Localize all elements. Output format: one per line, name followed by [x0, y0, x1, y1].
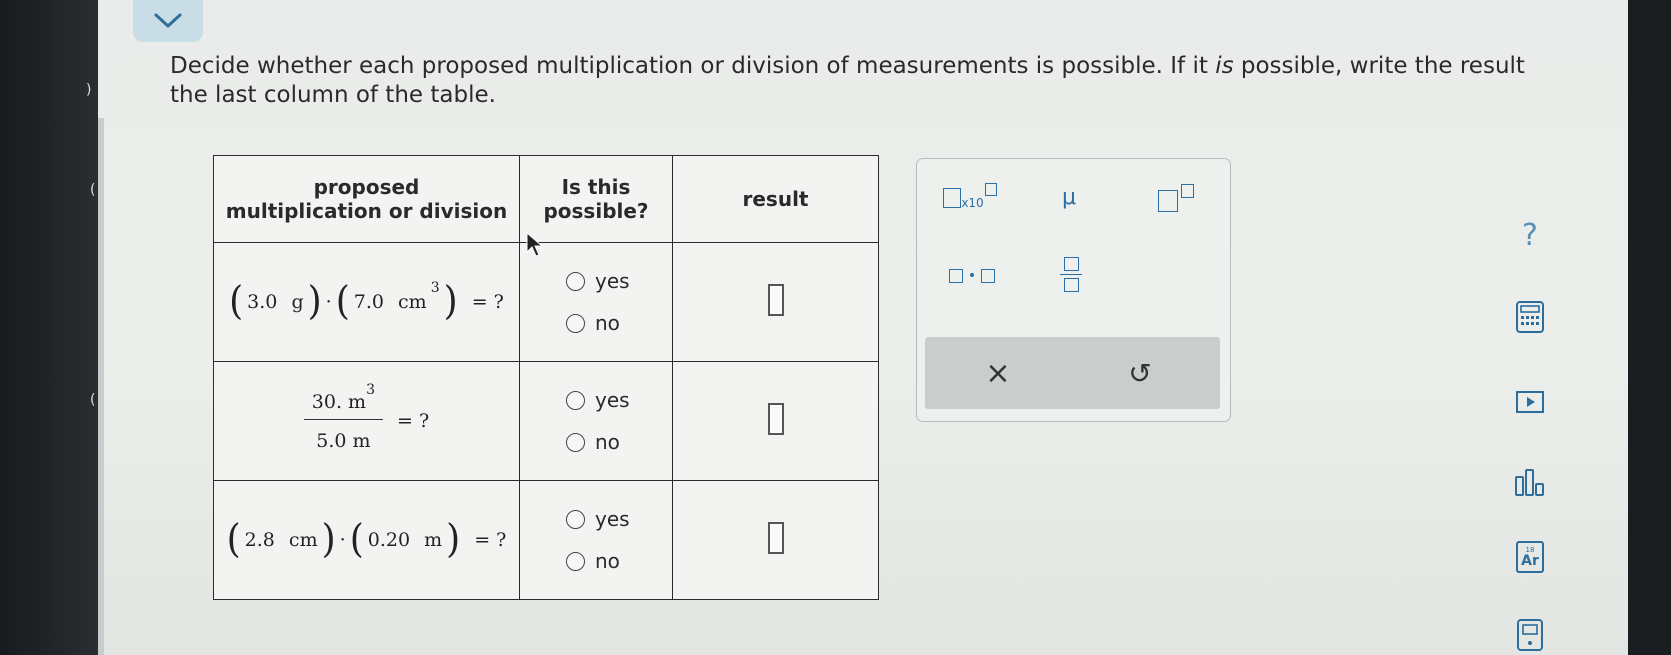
measurement-table: proposed multiplication or division Is th… [213, 155, 879, 600]
bezel-mark: ( [90, 392, 96, 408]
expression-cell: (2.8 cm) · (0.20 m) = ? [213, 480, 520, 600]
instruction-text: Decide whether each proposed multiplicat… [170, 53, 1216, 79]
calculator-button[interactable] [1510, 297, 1550, 337]
textbook-button[interactable] [1510, 615, 1550, 655]
result-cell [672, 242, 879, 362]
possible-cell: yes no [519, 361, 673, 481]
math-expression: (3.0 g) · (7.0 cm 3) = ? [229, 278, 504, 324]
side-strip [98, 118, 104, 655]
radio-no[interactable]: no [566, 549, 620, 573]
mu-button[interactable]: μ [1049, 179, 1089, 215]
collapse-button[interactable] [133, 0, 203, 42]
video-button[interactable] [1510, 382, 1550, 422]
table-row: (3.0 g) · (7.0 cm 3) = ? yes no [213, 242, 879, 362]
math-expression: (2.8 cm) · (0.20 m) = ? [226, 516, 507, 562]
clear-button[interactable]: × [933, 337, 1063, 409]
possible-radio-group: yes no [566, 388, 672, 454]
palette-actions: × ↺ [925, 337, 1220, 409]
possible-radio-group: yes no [566, 269, 672, 335]
column-header-proposed: proposed multiplication or division [213, 155, 520, 243]
radio-no[interactable]: no [566, 311, 620, 335]
result-input[interactable] [767, 522, 784, 554]
radio-button[interactable] [566, 551, 585, 571]
table-row: (2.8 cm) · (0.20 m) = ? yes no [213, 480, 879, 600]
result-input[interactable] [767, 403, 784, 435]
expression-cell: 30. m3 5.0 m = ? [213, 361, 520, 481]
table-header-row: proposed multiplication or division Is th… [213, 155, 879, 243]
radio-yes[interactable]: yes [566, 507, 630, 531]
periodic-table-icon: 18 Ar [1516, 541, 1544, 573]
radio-yes[interactable]: yes [566, 269, 630, 293]
result-input[interactable] [767, 284, 784, 316]
instruction-text: possible, write the result [1233, 53, 1525, 79]
left-bezel: ) ( ( [0, 0, 98, 655]
fraction: 30. m3 5.0 m [303, 382, 383, 452]
possible-cell: yes no [519, 480, 673, 600]
sci-notation-button[interactable]: x10 [935, 181, 1005, 215]
book-icon [1517, 619, 1543, 651]
right-bezel [1628, 0, 1671, 655]
column-header-result: result [672, 155, 879, 243]
superscript-button[interactable] [1151, 181, 1201, 215]
instruction-emphasis: is [1215, 53, 1234, 79]
result-cell [672, 361, 879, 481]
math-expression: 30. m3 5.0 m = ? [303, 382, 429, 452]
expression-cell: (3.0 g) · (7.0 cm 3) = ? [213, 242, 520, 362]
radio-button[interactable] [566, 313, 585, 333]
help-button[interactable]: ? [1510, 215, 1550, 255]
bezel-mark: ( [90, 182, 96, 198]
calculator-icon [1516, 301, 1544, 333]
play-video-icon [1516, 391, 1544, 413]
math-palette: x10 μ • × ↺ [916, 158, 1231, 422]
possible-cell: yes no [519, 242, 673, 362]
result-cell [672, 480, 879, 600]
radio-button[interactable] [566, 509, 585, 529]
chevron-down-icon [154, 13, 182, 28]
column-header-possible: Is this possible? [519, 155, 673, 243]
possible-radio-group: yes no [566, 507, 672, 573]
bar-chart-icon [1515, 469, 1544, 496]
instruction-text: the last column of the table. [170, 82, 496, 108]
fraction-button[interactable] [1051, 249, 1091, 299]
question-instructions: Decide whether each proposed multiplicat… [170, 52, 1620, 110]
radio-yes[interactable]: yes [566, 388, 630, 412]
table-row: 30. m3 5.0 m = ? yes no [213, 361, 879, 481]
mouse-cursor-icon [526, 232, 544, 257]
radio-button[interactable] [566, 390, 585, 410]
data-chart-button[interactable] [1510, 462, 1550, 502]
undo-button[interactable]: ↺ [1075, 337, 1205, 409]
bezel-mark: ) [86, 82, 92, 98]
radio-no[interactable]: no [566, 430, 620, 454]
radio-button[interactable] [566, 271, 585, 291]
radio-button[interactable] [566, 432, 585, 452]
periodic-table-button[interactable]: 18 Ar [1510, 537, 1550, 577]
multiply-dot-button[interactable]: • [937, 259, 1007, 293]
